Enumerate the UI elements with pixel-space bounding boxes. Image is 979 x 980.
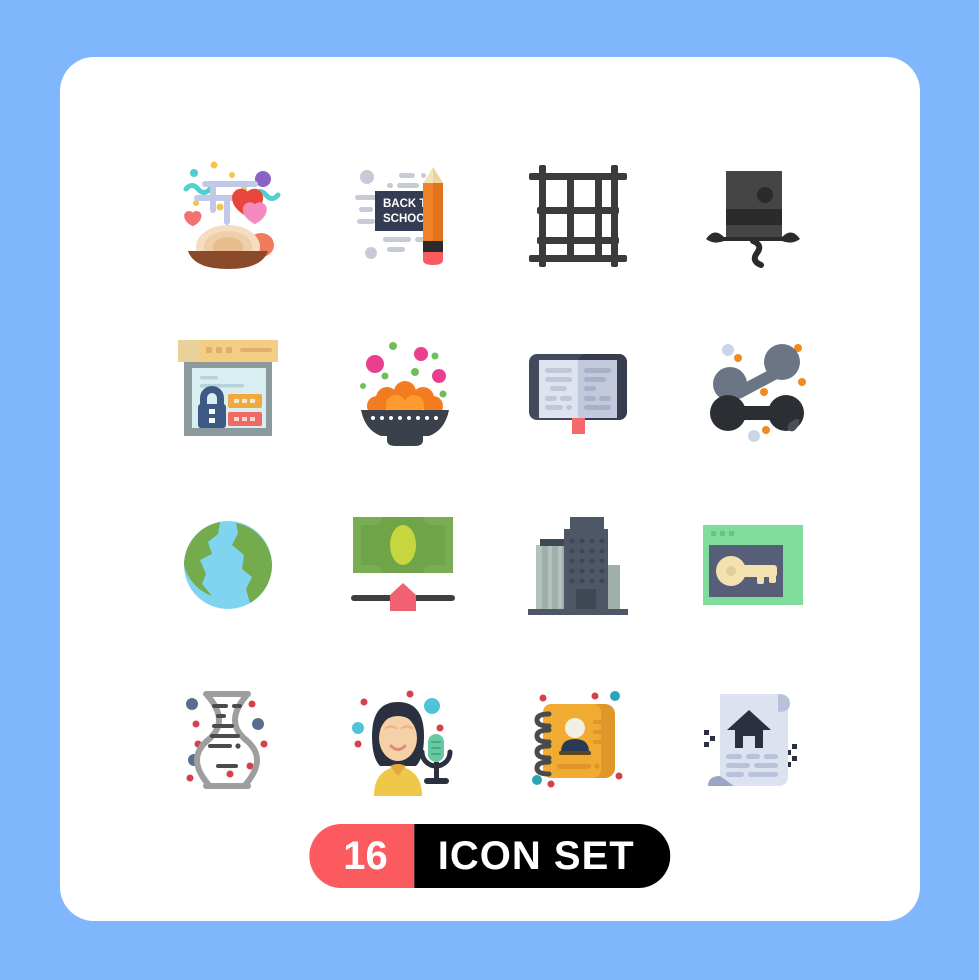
property-document-house-icon <box>703 693 797 786</box>
icon-count: 16 <box>309 824 414 888</box>
icon-cell-web-security-lock[interactable] <box>140 302 315 477</box>
icon-cell-office-building[interactable] <box>490 477 665 652</box>
icon-cell-dna-helix[interactable] <box>140 652 315 827</box>
back-to-school-pencil-icon: BACK TO SCHOOL <box>354 166 443 265</box>
icon-set-label: ICON SET <box>413 824 671 888</box>
office-building-icon <box>527 516 628 615</box>
icon-cell-share-network[interactable] <box>665 302 840 477</box>
icon-cell-browser-key-access[interactable] <box>665 477 840 652</box>
browser-key-access-icon <box>702 524 803 605</box>
web-security-lock-icon <box>177 339 278 436</box>
female-presenter-microphone-icon <box>351 690 452 796</box>
top-hat-mustache-icon <box>705 170 800 268</box>
icon-cell-globe-earth[interactable] <box>140 477 315 652</box>
icon-cell-property-document-house[interactable] <box>665 652 840 827</box>
icon-cell-scaffolding-grid[interactable] <box>490 127 665 302</box>
sweets-bowl-icon <box>359 341 449 446</box>
icon-set-page: BACK TO SCHOOL 16 ICON SET <box>0 0 979 980</box>
icon-grid: BACK TO SCHOOL <box>140 127 840 827</box>
icon-cell-open-book-bookmark[interactable] <box>490 302 665 477</box>
address-book-contact-icon <box>531 690 622 787</box>
money-budget-slider-icon <box>350 516 455 611</box>
globe-earth-icon <box>183 520 272 609</box>
share-network-icon <box>709 343 806 442</box>
icon-cell-sweets-bowl[interactable] <box>315 302 490 477</box>
romantic-dinner-pasta-icon <box>183 161 280 269</box>
icon-cell-top-hat-mustache[interactable] <box>665 127 840 302</box>
icon-set-card: BACK TO SCHOOL 16 ICON SET <box>60 57 920 921</box>
icon-cell-back-to-school-pencil[interactable]: BACK TO SCHOOL <box>315 127 490 302</box>
icon-cell-address-book-contact[interactable] <box>490 652 665 827</box>
icon-cell-money-budget-slider[interactable] <box>315 477 490 652</box>
open-book-bookmark-icon <box>528 353 627 434</box>
icon-set-footer-badge: 16 ICON SET <box>309 824 671 888</box>
icon-cell-romantic-dinner-pasta[interactable] <box>140 127 315 302</box>
scaffolding-grid-icon <box>528 164 627 267</box>
icon-cell-female-presenter-microphone[interactable] <box>315 652 490 827</box>
dna-helix-icon <box>185 690 267 789</box>
